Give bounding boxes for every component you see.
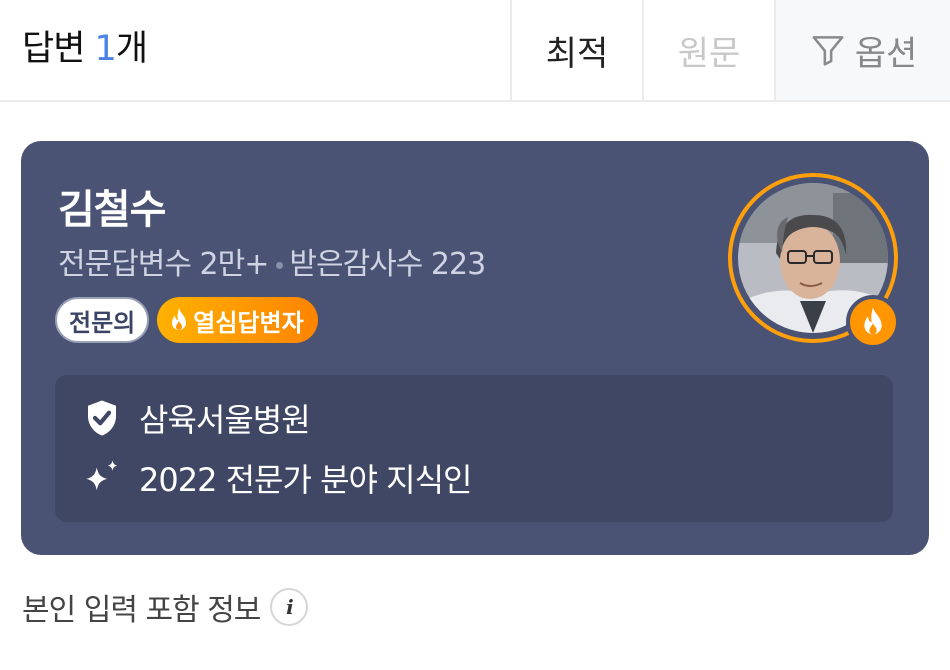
expert-stats: 전문답변수 2만+ 받은감사수 223 <box>58 239 486 283</box>
thanks-value: 223 <box>430 247 486 282</box>
options-label: 옵션 <box>854 33 918 74</box>
hospital-row: 삼육서울병원 <box>81 395 311 441</box>
answer-count-prefix: 답변 <box>22 29 95 69</box>
tab-best-label: 최적 <box>545 33 609 74</box>
self-reported-label: 본인 입력 포함 정보 <box>22 593 261 628</box>
badge-hot-label: 열심답변자 <box>193 308 304 337</box>
info-icon[interactable]: i <box>270 588 309 626</box>
options-button[interactable]: 옵션 <box>774 0 950 100</box>
answers-label: 전문답변수 <box>58 247 192 282</box>
expert-badges: 전문의 열심답변자 <box>55 297 318 343</box>
tab-original[interactable]: 원문 <box>642 0 774 100</box>
answer-count-suffix: 개 <box>115 29 148 69</box>
award-row: 2022 전문가 분야 지식인 <box>81 455 472 501</box>
award-text: 2022 전문가 분야 지식인 <box>139 461 472 499</box>
thanks-label: 받은감사수 <box>289 247 423 282</box>
info-glyph: i <box>286 595 294 619</box>
tab-original-label: 원문 <box>677 33 741 74</box>
tab-best[interactable]: 최적 <box>510 0 642 100</box>
flame-icon <box>172 308 187 330</box>
avatar-flame-badge <box>846 295 900 349</box>
answer-count-title: 답변 1개 <box>22 20 148 71</box>
stats-separator <box>276 262 284 269</box>
answers-value: 2만+ <box>199 247 270 282</box>
hospital-name: 삼육서울병원 <box>139 401 311 439</box>
shield-check-icon <box>88 400 116 436</box>
badge-specialist: 전문의 <box>55 297 150 343</box>
expert-credentials: 삼육서울병원 2022 전문가 분야 지식인 <box>55 375 893 522</box>
answer-header: 답변 1개 최적 원문 옵션 <box>0 0 950 102</box>
badge-hot-answerer: 열심답변자 <box>157 297 318 343</box>
answer-count-number: 1 <box>94 29 117 69</box>
flame-icon <box>864 307 882 335</box>
self-reported-info: 본인 입력 포함 정보 i <box>22 585 309 629</box>
badge-specialist-label: 전문의 <box>69 308 136 337</box>
filter-icon <box>812 36 844 66</box>
expert-name: 김철수 <box>58 187 166 233</box>
sparkle-icon <box>86 460 118 491</box>
